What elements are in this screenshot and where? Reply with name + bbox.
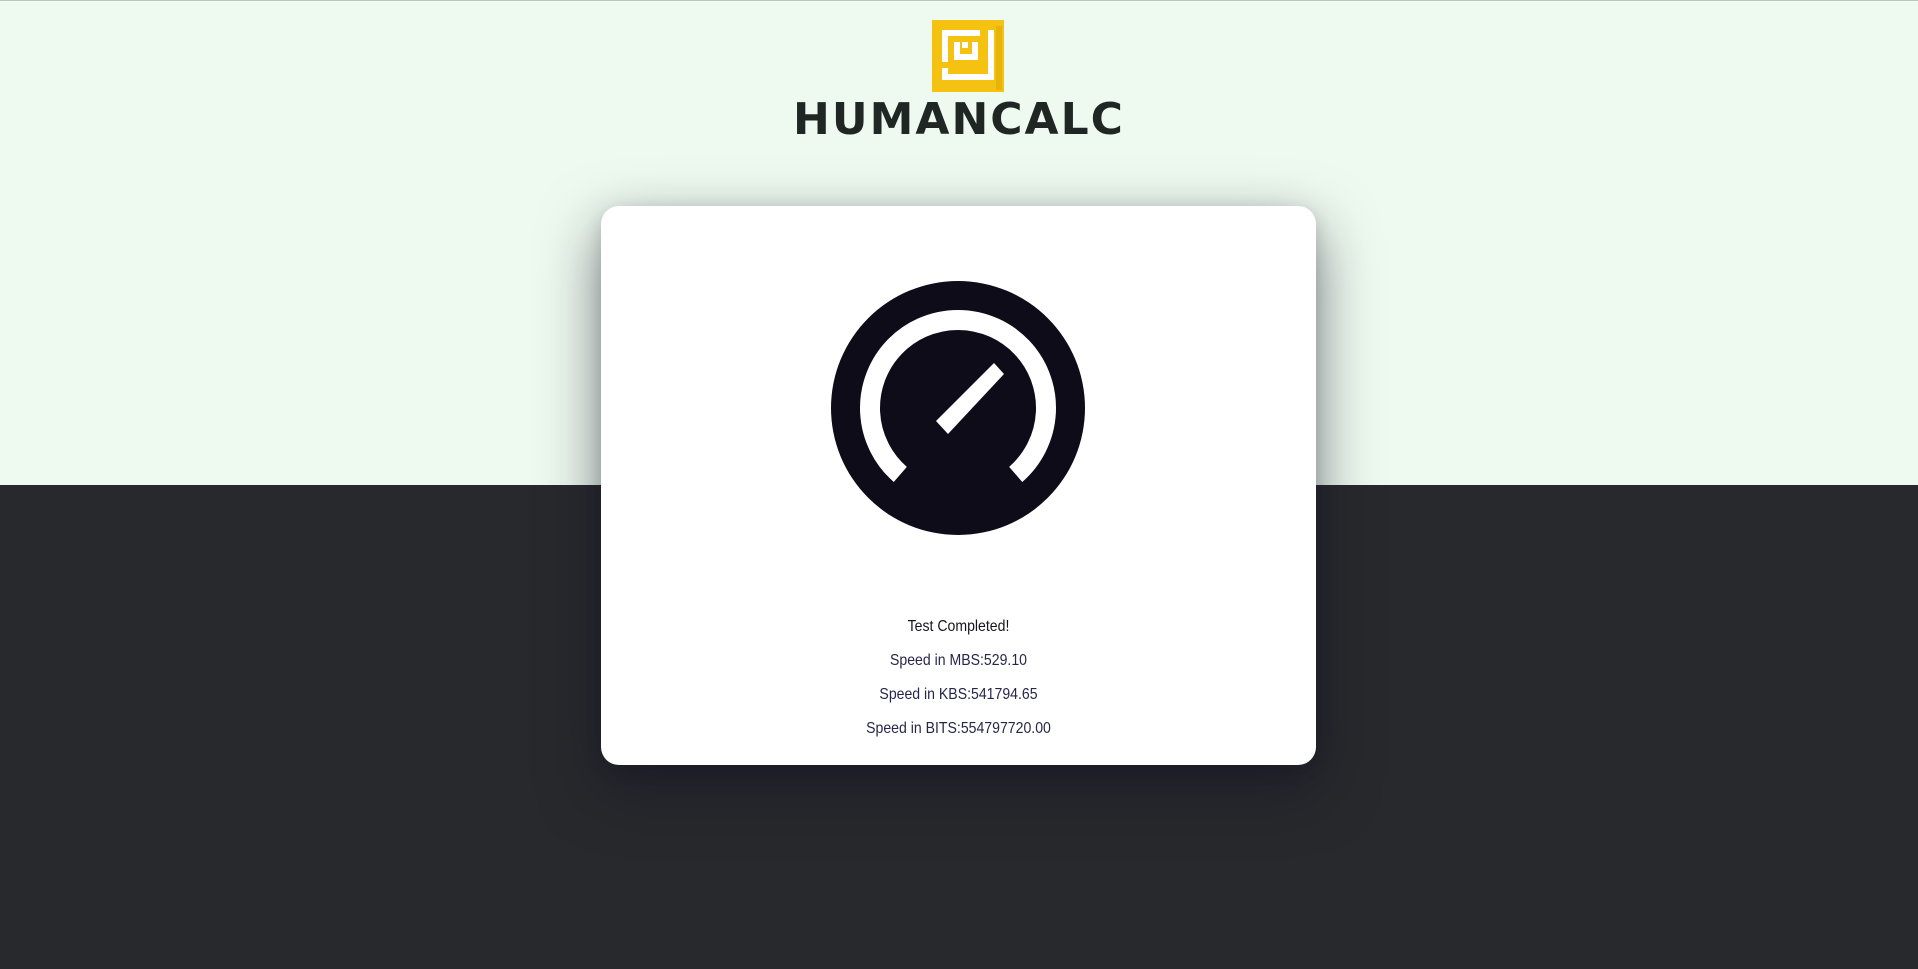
speedometer-icon	[831, 281, 1085, 535]
speed-kbs-text: Speed in KBS:541794.65	[879, 686, 1038, 703]
speed-mbs-text: Speed in MBS:529.10	[889, 652, 1027, 669]
brand-name: HUMANCALC	[793, 94, 1125, 145]
results-panel: Test Completed! Speed in MBS:529.10 Spee…	[601, 610, 1316, 746]
speed-test-card: Test Completed! Speed in MBS:529.10 Spee…	[601, 206, 1316, 765]
speed-bits-text: Speed in BITS:554797720.00	[866, 720, 1051, 737]
humancalc-logo-icon	[932, 20, 1004, 92]
status-text: Test Completed!	[907, 618, 1010, 635]
